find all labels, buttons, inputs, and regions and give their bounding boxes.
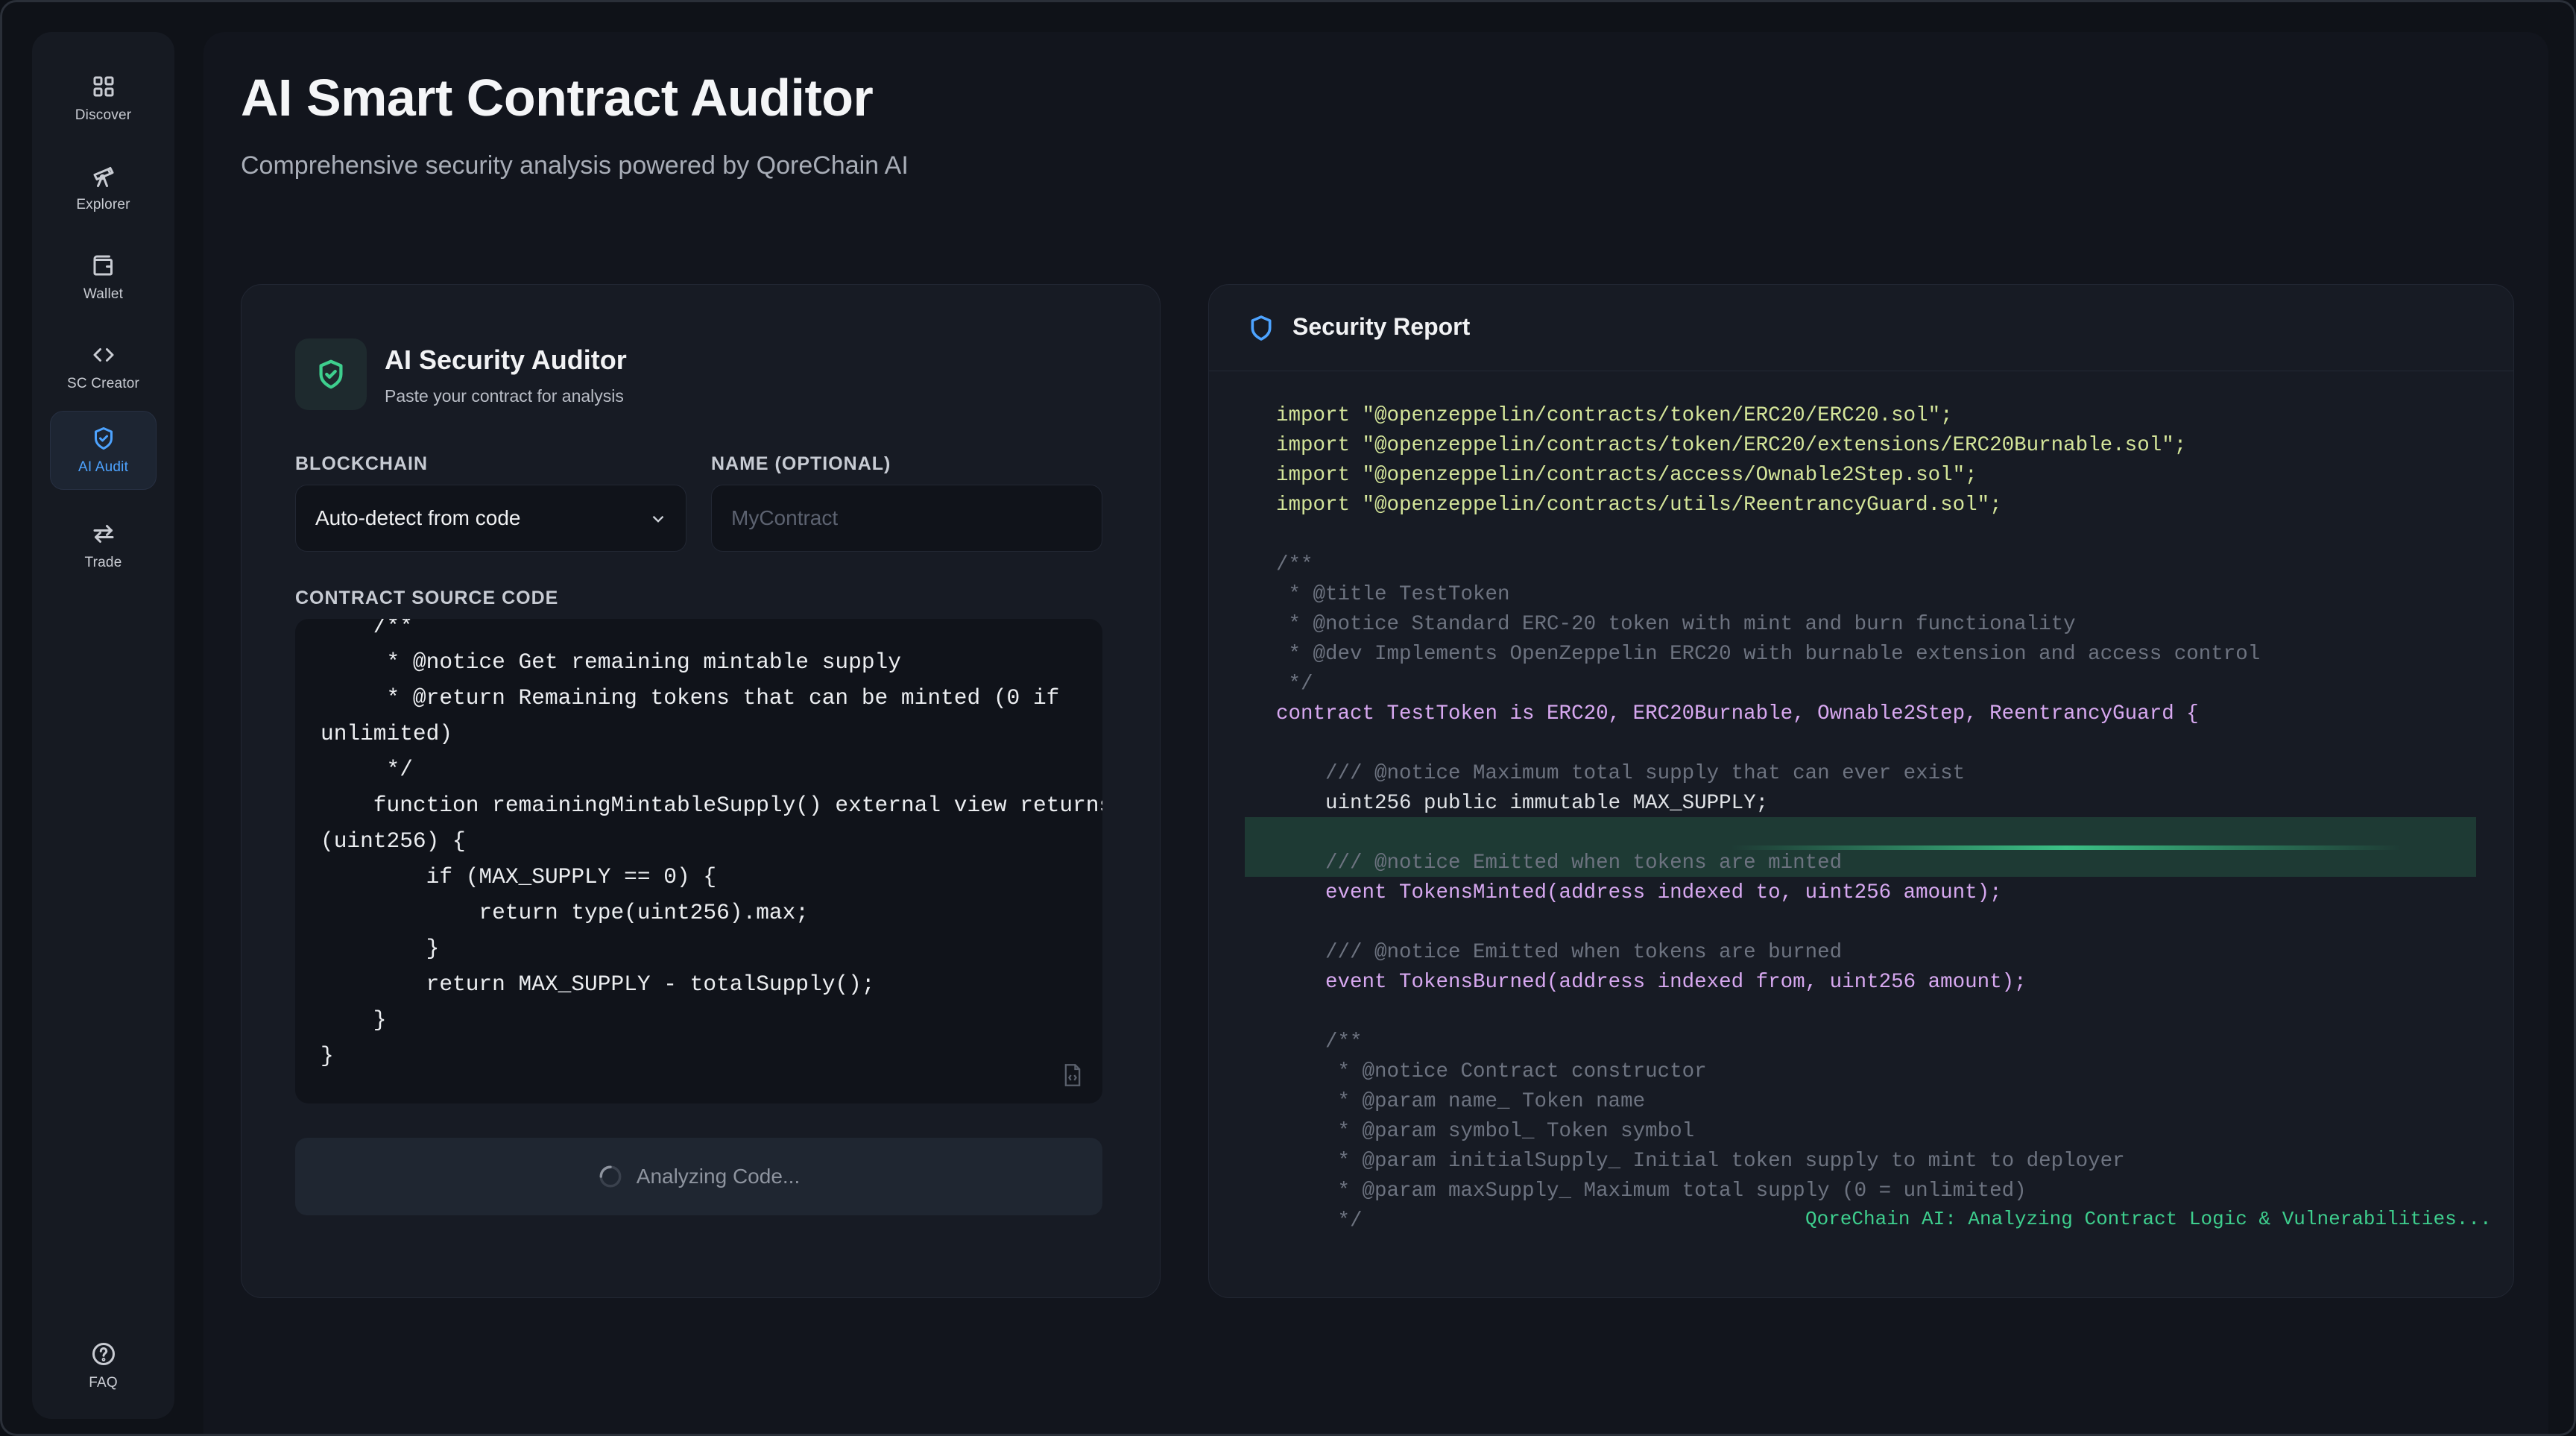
auditor-subtitle: Paste your contract for analysis [385, 386, 624, 406]
report-code-line: /** [1276, 1030, 1363, 1054]
scan-line [1731, 845, 2402, 850]
report-code-line: * @dev Implements OpenZeppelin ERC20 wit… [1276, 643, 2261, 666]
spinner-icon [598, 1164, 623, 1189]
shield-check-icon [94, 427, 113, 450]
main-content: AI Smart Contract Auditor Comprehensive … [203, 32, 2548, 1434]
report-code-line: /// @notice Emitted when tokens are mint… [1276, 851, 1843, 875]
name-label: NAME (OPTIONAL) [711, 453, 891, 474]
sidebar-item-label: SC Creator [66, 376, 140, 391]
security-report-card: Security Report import "@openzeppelin/co… [1208, 284, 2514, 1298]
report-code-line [1276, 998, 2260, 1027]
report-code-line: import "@openzeppelin/contracts/utils/Re… [1276, 494, 2002, 517]
contract-name-input[interactable] [711, 485, 1102, 552]
report-code-line: * @notice Contract constructor [1276, 1060, 1707, 1083]
auditor-title: AI Security Auditor [385, 344, 627, 375]
report-code-line: /** [1276, 553, 1313, 576]
report-code-line: /// @notice Emitted when tokens are burn… [1276, 941, 1843, 964]
report-code-lines: import "@openzeppelin/contracts/token/ER… [1276, 401, 2260, 1236]
sidebar: Discover Explorer Wallet SC Creator AI A… [32, 32, 174, 1419]
report-code-line: * @title TestToken [1276, 583, 1510, 606]
wallet-icon [93, 255, 113, 276]
shield-check-icon [319, 359, 343, 389]
sidebar-item-label: Trade [84, 555, 122, 570]
report-code-line: event TokensBurned(address indexed from,… [1276, 971, 2027, 994]
grid-icon [93, 76, 113, 97]
code-icon [93, 348, 113, 362]
report-code-line: */ [1276, 673, 1313, 696]
sidebar-item-label: AI Audit [78, 459, 129, 475]
report-code-line: event TokensMinted(address indexed to, u… [1276, 881, 2002, 904]
report-code-view[interactable]: import "@openzeppelin/contracts/token/ER… [1209, 371, 2513, 1297]
app-window: Discover Explorer Wallet SC Creator AI A… [0, 0, 2576, 1436]
report-code-line: import "@openzeppelin/contracts/token/ER… [1276, 434, 2187, 457]
blockchain-select-value: Auto-detect from code [315, 506, 521, 529]
report-code-line: * @param maxSupply_ Maximum total supply… [1276, 1180, 2027, 1203]
chevron-down-icon [648, 509, 668, 529]
report-code-line: import "@openzeppelin/contracts/access/O… [1276, 464, 1977, 487]
telescope-icon [93, 167, 113, 187]
report-code-line [1276, 520, 2260, 550]
sidebar-item-label: FAQ [89, 1375, 118, 1391]
sidebar-item-sc-creator[interactable]: SC Creator [50, 327, 157, 406]
shield-icon [1246, 313, 1276, 343]
sidebar-item-label: Discover [75, 107, 132, 123]
source-code-label: CONTRACT SOURCE CODE [295, 588, 559, 608]
report-code-line: * @notice Standard ERC-20 token with min… [1276, 613, 2076, 636]
auditor-badge [295, 338, 367, 410]
blockchain-label: BLOCKCHAIN [295, 453, 429, 474]
report-code-line: * @param name_ Token name [1276, 1090, 1646, 1113]
blockchain-select[interactable]: Auto-detect from code [295, 485, 686, 552]
analyze-button-label: Analyzing Code... [636, 1165, 801, 1188]
sidebar-item-explorer[interactable]: Explorer [50, 148, 157, 227]
report-code-line [1276, 908, 2260, 938]
report-code-line: contract TestToken is ERC20, ERC20Burnab… [1276, 702, 2199, 725]
report-code-line: * @param symbol_ Token symbol [1276, 1120, 1695, 1143]
analysis-status: QoreChain AI: Analyzing Contract Logic &… [1805, 1208, 2492, 1230]
swap-icon [93, 525, 113, 543]
source-code-text: /** * @notice Get remaining mintable sup… [321, 619, 1102, 1068]
report-code-line: /// @notice Maximum total supply that ca… [1276, 762, 1966, 785]
sidebar-item-label: Wallet [83, 286, 124, 302]
file-code-icon[interactable] [1062, 1063, 1083, 1087]
sidebar-item-trade[interactable]: Trade [50, 506, 157, 585]
sidebar-item-ai-audit[interactable]: AI Audit [50, 411, 157, 490]
help-circle-icon [92, 1343, 115, 1365]
page-title: AI Smart Contract Auditor [241, 69, 874, 127]
report-header: Security Report [1209, 285, 2513, 371]
report-code-line: import "@openzeppelin/contracts/token/ER… [1276, 404, 1953, 427]
sidebar-item-wallet[interactable]: Wallet [50, 238, 157, 317]
auditor-card: AI Security Auditor Paste your contract … [241, 284, 1161, 1298]
sidebar-item-faq[interactable]: FAQ [50, 1326, 157, 1405]
report-code-line: * @param initialSupply_ Initial token su… [1276, 1150, 2125, 1173]
source-code-editor[interactable]: /** * @notice Get remaining mintable sup… [295, 619, 1102, 1103]
sidebar-item-discover[interactable]: Discover [50, 59, 157, 138]
sidebar-item-label: Explorer [76, 197, 130, 212]
report-title: Security Report [1292, 313, 1471, 340]
report-code-line [1276, 729, 2260, 759]
report-code-line [1276, 819, 2260, 848]
analyze-button[interactable]: Analyzing Code... [295, 1138, 1102, 1215]
page-subtitle: Comprehensive security analysis powered … [241, 151, 909, 180]
report-code-line: uint256 public immutable MAX_SUPPLY; [1276, 792, 1769, 815]
